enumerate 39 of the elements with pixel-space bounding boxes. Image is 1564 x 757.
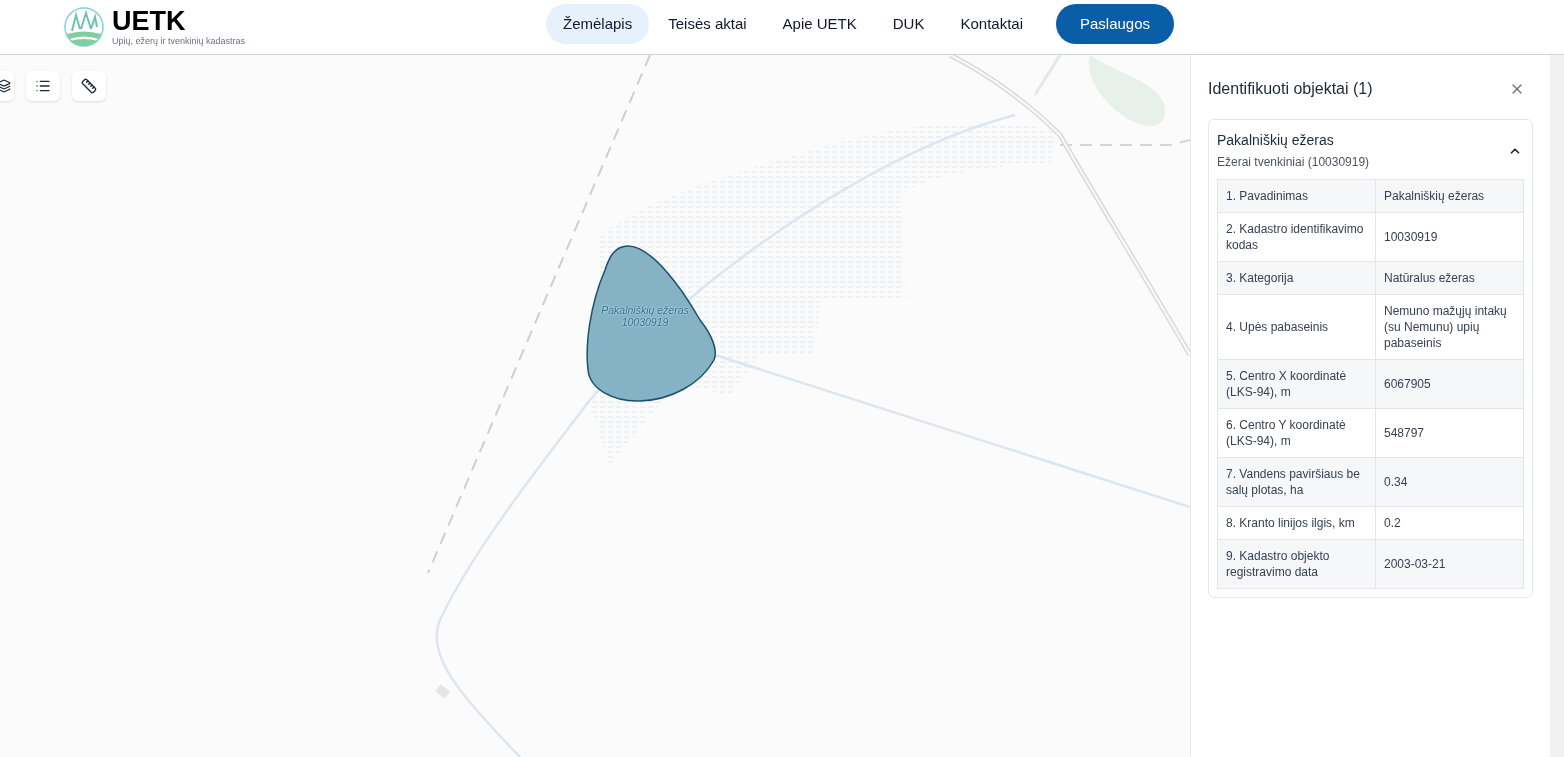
- attribute-name: 4. Upės pabaseinis: [1217, 294, 1376, 360]
- nav-link[interactable]: Apie UETK: [765, 4, 874, 44]
- attribute-name: 9. Kadastro objekto registravimo data: [1217, 539, 1376, 589]
- attribute-value: 0.34: [1375, 457, 1524, 507]
- layers-icon: [0, 79, 11, 93]
- result-name: Pakalniškių ežeras: [1217, 131, 1335, 150]
- result-subtitle: Ežerai tvenkiniai (10030919): [1217, 154, 1370, 171]
- attribute-name: 1. Pavadinimas: [1217, 179, 1376, 213]
- attribute-name: 3. Kategorija: [1217, 261, 1376, 295]
- measure-button[interactable]: [72, 71, 106, 101]
- nav-link[interactable]: DUK: [875, 4, 942, 44]
- attribute-value: 0.2: [1375, 506, 1524, 540]
- list-icon: [35, 78, 51, 94]
- map-feature-label: 10030919: [621, 316, 669, 328]
- attribute-value: 2003-03-21: [1375, 539, 1524, 589]
- logo-subtitle: Upių, ežerų ir tvenkinių kadastras: [112, 37, 246, 46]
- logo-icon: [64, 7, 104, 47]
- attribute-value: 6067905: [1375, 359, 1524, 409]
- nav-link[interactable]: Kontaktai: [943, 4, 1040, 44]
- panel-title: Identifikuoti objektai (1): [1208, 79, 1373, 99]
- attribute-name: 6. Centro Y koordinatė (LKS-94), m: [1217, 408, 1376, 458]
- attribute-value: Nemuno mažųjų intakų (su Nemunu) upių pabaseinis: [1375, 294, 1524, 360]
- services-button[interactable]: Paslaugos: [1056, 4, 1175, 44]
- attribute-value: 10030919: [1375, 212, 1524, 262]
- attribute-name: 7. Vandens paviršiaus be salų plotas, ha: [1217, 457, 1376, 507]
- attribute-value: Natūralus ežeras: [1375, 261, 1524, 295]
- map-feature-label: Pakalniškių ežeras: [601, 304, 689, 316]
- attribute-name: 8. Kranto linijos ilgis, km: [1217, 506, 1376, 540]
- attribute-value: 548797: [1375, 408, 1524, 458]
- ruler-icon: [81, 78, 97, 94]
- legend-button[interactable]: [26, 71, 60, 101]
- result-header[interactable]: Pakalniškių ežeras Ežerai tvenkiniai (10030919): [1217, 130, 1524, 179]
- attribute-name: 2. Kadastro identifikavimo kodas: [1217, 212, 1376, 262]
- logo-title: UETK: [112, 8, 187, 35]
- attribute-value: Pakalniškių ežeras: [1375, 179, 1524, 213]
- attribute-name: 5. Centro X koordinatė (LKS-94), m: [1217, 359, 1376, 409]
- nav-link[interactable]: Teisės aktai: [651, 4, 764, 44]
- lake-polygon[interactable]: [585, 244, 719, 404]
- nav-link[interactable]: Žemėlapis: [546, 4, 650, 44]
